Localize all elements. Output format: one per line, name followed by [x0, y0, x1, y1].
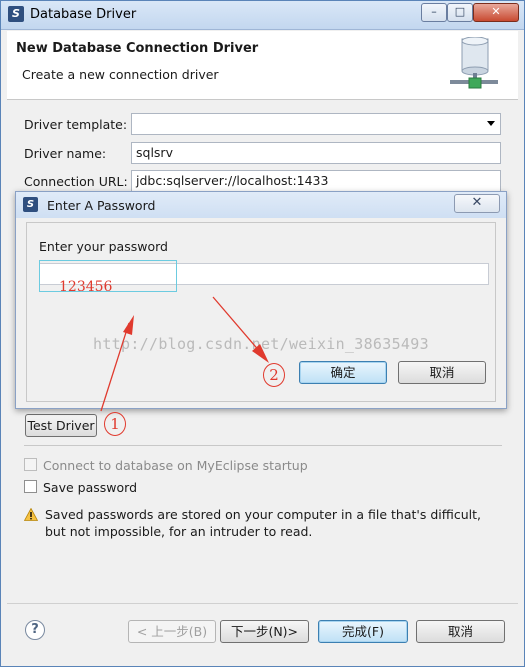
database-driver-window: S Database Driver – □ ✕ New Database Con… [0, 0, 525, 667]
password-cancel-button[interactable]: 取消 [398, 361, 486, 384]
password-prompt: Enter your password [39, 239, 168, 254]
wizard-subtitle: Create a new connection driver [22, 67, 219, 82]
test-driver-button[interactable]: Test Driver [25, 414, 97, 437]
save-password-row: Save password [24, 480, 137, 495]
myeclipse-app-icon: S [23, 197, 38, 212]
minimize-button[interactable]: – [421, 3, 447, 22]
help-icon[interactable]: ? [25, 620, 45, 640]
driver-name-label: Driver name: [24, 146, 107, 161]
warning-icon [24, 508, 38, 521]
connection-url-label: Connection URL: [24, 174, 128, 189]
myeclipse-app-icon: S [8, 6, 24, 22]
connection-url-input[interactable]: jdbc:sqlserver://localhost:1433 [131, 170, 501, 192]
connect-startup-label: Connect to database on MyEclipse startup [43, 458, 308, 473]
typed-password-annotation: 123456 [59, 279, 113, 295]
next-button[interactable]: 下一步(N)> [220, 620, 309, 643]
wizard-title: New Database Connection Driver [16, 41, 259, 56]
password-ok-button[interactable]: 确定 [299, 361, 387, 384]
maximize-button[interactable]: □ [447, 3, 473, 22]
annotation-step1: 1 [104, 412, 126, 436]
driver-template-label: Driver template: [24, 117, 128, 132]
window-title: Database Driver [30, 7, 137, 22]
driver-template-select[interactable] [131, 113, 501, 135]
save-password-label: Save password [43, 480, 138, 495]
back-button[interactable]: < 上一步(B) [128, 620, 216, 643]
connect-startup-row: Connect to database on MyEclipse startup [24, 458, 308, 473]
title-bar: S Database Driver – □ ✕ [1, 1, 524, 30]
wizard-header: New Database Connection Driver Create a … [7, 31, 518, 100]
password-dialog-title: Enter A Password [47, 198, 156, 213]
database-connector-icon [450, 37, 498, 89]
finish-button[interactable]: 完成(F) [318, 620, 408, 643]
chevron-down-icon [487, 121, 495, 126]
password-dialog-close-button[interactable]: ✕ [454, 194, 500, 213]
footer-cancel-button[interactable]: 取消 [416, 620, 505, 643]
close-button[interactable]: ✕ [473, 3, 519, 22]
driver-name-input[interactable]: sqlsrv [131, 142, 501, 164]
password-dialog-body: Enter your password 123456 确定 取消 [26, 222, 496, 402]
watermark: http://blog.csdn.net/weixin_38635493 [93, 335, 429, 353]
password-dialog-title-bar: S Enter A Password ✕ [16, 192, 506, 218]
footer-divider [7, 603, 518, 604]
annotation-step2: 2 [263, 363, 285, 387]
connect-startup-checkbox[interactable] [24, 458, 37, 471]
password-dialog: S Enter A Password ✕ Enter your password… [15, 191, 507, 409]
separator [24, 445, 502, 446]
save-password-checkbox[interactable] [24, 480, 37, 493]
warning-text: Saved passwords are stored on your compu… [45, 507, 481, 539]
